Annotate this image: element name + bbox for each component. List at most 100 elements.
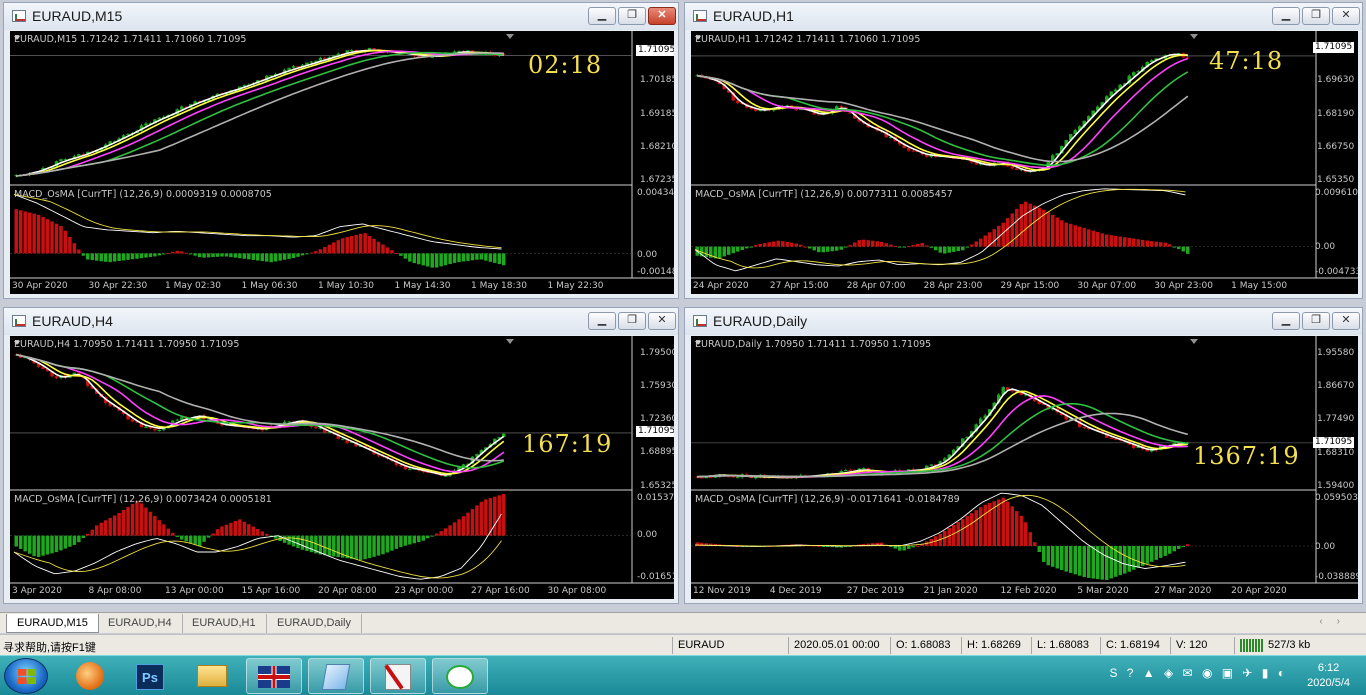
chart-window-daily[interactable]: EURAUD,Daily ▁ ❐ ✕ EURAUD,Daily 1.70950 … (684, 307, 1363, 604)
status-separator (788, 637, 789, 654)
price-tick: 1.69630 (1317, 75, 1355, 85)
macd-histogram-bar (1037, 207, 1041, 247)
macd-histogram-bar (983, 504, 987, 546)
macd-histogram-bar (911, 546, 915, 548)
macd-histogram-bar (1136, 546, 1140, 568)
chart-window-h4[interactable]: EURAUD,H4 ▁ ❐ ✕ EURAUD,H4 1.70950 1.7141… (3, 307, 679, 604)
candle-body (731, 476, 735, 478)
price-chart[interactable]: EURAUD,H4 1.70950 1.71411 1.70950 1.7109… (10, 336, 674, 599)
macd-label: MACD_OsMA [CurrTF] (12,26,9) 0.0009319 0… (14, 189, 272, 200)
moving-average-line (697, 412, 1189, 478)
price-chart[interactable]: EURAUD,Daily 1.70950 1.71411 1.70950 1.7… (691, 336, 1358, 599)
macd-histogram-bar (345, 535, 349, 559)
macd-histogram-bar (961, 519, 965, 546)
swirl-app-icon[interactable] (62, 658, 118, 694)
macd-tick: -0.038889 (1315, 572, 1358, 582)
time-tick: 1 May 22:30 (547, 281, 604, 291)
macd-histogram-bar (157, 520, 162, 536)
macd-histogram-bar (238, 253, 242, 259)
macd-histogram-bar (112, 253, 117, 262)
macd-histogram-bar (1091, 546, 1095, 579)
macd-histogram-bar (206, 535, 211, 538)
macd-histogram-bar (417, 535, 421, 543)
macd-histogram-bar (758, 243, 762, 247)
paint-icon[interactable] (370, 658, 426, 694)
minimize-button[interactable]: ▁ (1272, 7, 1300, 25)
tab-scroll-arrows-icon[interactable]: ‹› (1319, 616, 1354, 627)
macd-histogram-bar (740, 246, 744, 250)
minimize-button[interactable]: ▁ (1272, 312, 1300, 330)
candle-body (709, 477, 713, 479)
minimize-button[interactable]: ▁ (588, 7, 616, 25)
macd-histogram-bar (1141, 239, 1145, 247)
macd-histogram-bar (1168, 546, 1172, 554)
close-button[interactable]: ✕ (1332, 7, 1360, 25)
window-titlebar[interactable]: EURAUD,H1 ▁ ❐ ✕ (685, 3, 1362, 30)
macd-histogram-bar (1001, 222, 1005, 247)
macd-histogram-bar (997, 499, 1001, 546)
taskbar-clock[interactable]: 6:12 2020/5/4 (1307, 661, 1350, 691)
connection-status-icon[interactable] (1240, 639, 1264, 652)
macd-histogram-bar (50, 535, 54, 554)
macd-histogram-bar (251, 526, 256, 536)
tab-euraud-h1[interactable]: EURAUD,H1 (182, 614, 267, 633)
macd-histogram-bar (162, 524, 166, 536)
close-button[interactable]: ✕ (648, 7, 676, 25)
close-button[interactable]: ✕ (648, 312, 676, 330)
macd-histogram-bar (63, 535, 68, 549)
start-button[interactable] (4, 658, 48, 694)
macd-histogram-bar (323, 535, 327, 556)
macd-histogram-bar (81, 535, 86, 539)
maximize-button[interactable]: ❐ (618, 7, 646, 25)
window-titlebar[interactable]: EURAUD,M15 ▁ ❐ ✕ (4, 3, 678, 30)
macd-histogram-bar (1136, 239, 1140, 247)
macd-histogram-bar (808, 246, 812, 249)
current-price-box: 1.71095 (636, 45, 674, 56)
moving-average-line (16, 353, 505, 473)
chart-window-h1[interactable]: EURAUD,H1 ▁ ❐ ✕ EURAUD,H1 1.71242 1.7141… (684, 2, 1363, 299)
maximize-button[interactable]: ❐ (1302, 312, 1330, 330)
photoshop-icon[interactable]: Ps (122, 658, 178, 694)
macd-histogram-bar (148, 253, 153, 257)
macd-histogram-bar (992, 229, 996, 247)
folder-icon[interactable] (184, 658, 240, 694)
macd-tick: -0.004733 (1315, 267, 1358, 277)
maximize-button[interactable]: ❐ (1302, 7, 1330, 25)
time-tick: 20 Apr 2020 (1231, 586, 1287, 596)
macd-histogram-bar (50, 221, 54, 254)
macd-histogram-bar (224, 253, 229, 257)
moving-average-line (697, 388, 1188, 479)
tab-euraud-h4[interactable]: EURAUD,H4 (98, 614, 183, 633)
minimize-button[interactable]: ▁ (588, 312, 616, 330)
chart-window-m15[interactable]: EURAUD,M15 ▁ ❐ ✕ EURAUD,M15 1.71242 1.71… (3, 2, 679, 299)
macd-histogram-bar (144, 507, 148, 536)
symbol-info-label: EURAUD,H1 1.71242 1.71411 1.71060 1.7109… (695, 34, 921, 45)
traffic-counter: 527/3 kb (1268, 639, 1311, 651)
macd-histogram-bar (32, 535, 36, 557)
wechat-icon[interactable] (432, 658, 488, 694)
notepad-icon[interactable] (308, 658, 364, 694)
candle-body (130, 419, 135, 422)
maximize-button[interactable]: ❐ (618, 312, 646, 330)
macd-histogram-bar (821, 246, 825, 253)
tab-euraud-m15[interactable]: EURAUD,M15 (6, 614, 99, 633)
tab-euraud-daily[interactable]: EURAUD,Daily (267, 614, 362, 633)
macd-histogram-bar (799, 244, 803, 247)
price-chart[interactable]: EURAUD,H1 1.71242 1.71411 1.71060 1.7109… (691, 31, 1358, 294)
window-titlebar[interactable]: EURAUD,Daily ▁ ❐ ✕ (685, 308, 1362, 335)
system-tray[interactable]: S ? ▲ ◈ ✉ ◉ ▣ ✈ ▮ ◐ (1109, 666, 1288, 680)
window-titlebar[interactable]: EURAUD,H4 ▁ ❐ ✕ (4, 308, 678, 335)
price-chart[interactable]: EURAUD,M15 1.71242 1.71411 1.71060 1.710… (10, 31, 674, 294)
close-button[interactable]: ✕ (1332, 312, 1360, 330)
macd-histogram-bar (86, 253, 90, 260)
candle-body (1132, 72, 1136, 76)
macd-histogram-bar (202, 253, 206, 258)
status-separator (961, 637, 962, 654)
clock-time: 6:12 (1317, 662, 1340, 674)
macd-histogram-bar (193, 253, 197, 256)
macd-histogram-bar (1091, 230, 1095, 247)
uk-flag-icon[interactable] (246, 658, 302, 694)
chart-window-icon (12, 315, 26, 327)
macd-histogram-bar (408, 535, 412, 545)
macd-histogram-bar (59, 535, 63, 551)
